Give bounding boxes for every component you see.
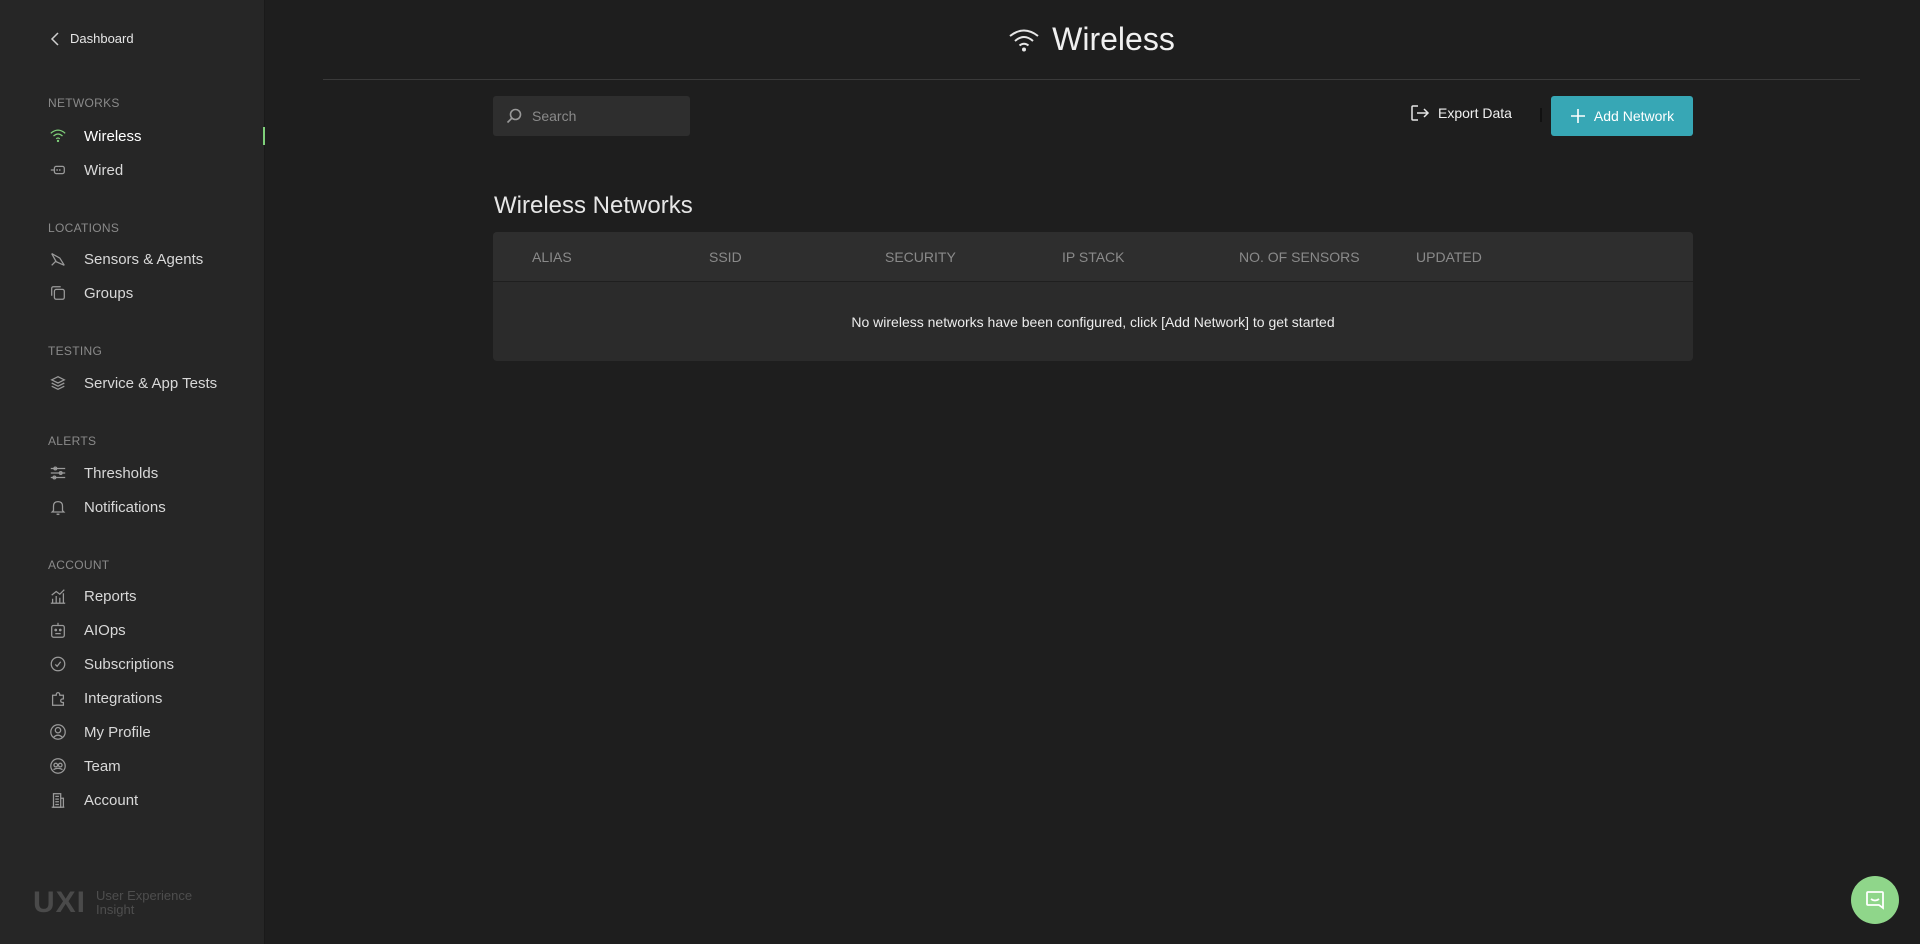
brand-tagline-line1: User Experience	[96, 888, 193, 903]
sidebar-item-groups[interactable]: Groups	[48, 279, 265, 307]
sidebar-item-team[interactable]: Team	[48, 752, 265, 780]
sidebar-item-my-profile[interactable]: My Profile	[48, 718, 265, 746]
ethernet-icon	[48, 160, 68, 180]
column-header-ip-stack[interactable]: IP STACK	[1062, 249, 1125, 265]
sensor-icon	[48, 249, 68, 269]
sidebar-item-wired[interactable]: Wired	[48, 156, 265, 184]
column-header-security[interactable]: SECURITY	[885, 249, 956, 265]
user-circle-icon	[48, 722, 68, 742]
puzzle-icon	[48, 688, 68, 708]
sidebar-item-subscriptions[interactable]: Subscriptions	[48, 650, 265, 678]
sidebar-item-label: Subscriptions	[84, 655, 175, 673]
sidebar-item-integrations[interactable]: Integrations	[48, 684, 265, 712]
empty-state-message: No wireless networks have been configure…	[851, 314, 1335, 330]
sidebar-item-service-app-tests[interactable]: Service & App Tests	[48, 369, 265, 397]
sidebar-item-label: Notifications	[84, 498, 166, 516]
layers-icon	[48, 373, 68, 393]
column-header-alias[interactable]: ALIAS	[532, 249, 572, 265]
bell-icon	[48, 497, 68, 517]
sidebar-item-label: Service & App Tests	[84, 374, 218, 392]
sidebar-item-notifications[interactable]: Notifications	[48, 493, 265, 521]
active-indicator	[263, 127, 265, 145]
wifi-icon	[48, 126, 68, 146]
add-network-button[interactable]: Add Network	[1551, 96, 1693, 136]
toolbar-divider	[1540, 108, 1542, 122]
add-network-label: Add Network	[1593, 108, 1675, 124]
section-label-account: ACCOUNT	[48, 558, 110, 572]
sidebar-item-account[interactable]: Account	[48, 786, 265, 814]
brand-tagline: User Experience Insight	[96, 889, 192, 917]
brand-logo: UXI User Experience Insight	[33, 886, 192, 920]
sidebar-item-label: Wired	[84, 161, 124, 179]
sliders-icon	[48, 463, 68, 483]
robot-icon	[48, 620, 68, 640]
chart-icon	[48, 586, 68, 606]
sidebar-item-aiops[interactable]: AIOps	[48, 616, 265, 644]
section-title: Wireless Networks	[494, 192, 693, 219]
section-label-locations: LOCATIONS	[48, 221, 120, 235]
brand-tagline-line2: Insight	[96, 902, 135, 917]
sidebar-item-label: Wireless	[84, 127, 142, 145]
export-data-label: Export Data	[1438, 105, 1512, 121]
sidebar-item-thresholds[interactable]: Thresholds	[48, 459, 265, 487]
export-data-button[interactable]: Export Data	[1410, 104, 1512, 122]
section-label-networks: NETWORKS	[48, 96, 120, 110]
sidebar-item-label: Groups	[84, 284, 134, 302]
sidebar-item-label: Thresholds	[84, 464, 159, 482]
wifi-icon	[1009, 29, 1039, 51]
sidebar-item-label: Team	[84, 757, 121, 775]
section-label-alerts: ALERTS	[48, 434, 97, 448]
search-icon	[506, 108, 522, 124]
export-icon	[1411, 105, 1430, 121]
sidebar-item-sensors-agents[interactable]: Sensors & Agents	[48, 245, 265, 273]
sidebar-item-reports[interactable]: Reports	[48, 582, 265, 610]
sidebar-item-wireless[interactable]: Wireless	[48, 122, 265, 150]
back-link-label: Dashboard	[70, 31, 134, 46]
building-icon	[48, 790, 68, 810]
search-box[interactable]	[493, 96, 690, 136]
sidebar-item-label: Account	[84, 791, 139, 809]
sidebar-item-label: Reports	[84, 587, 137, 605]
page-header: Wireless	[323, 0, 1860, 80]
section-label-testing: TESTING	[48, 344, 103, 358]
plus-icon	[1570, 109, 1585, 123]
column-header-updated[interactable]: UPDATED	[1416, 249, 1482, 265]
sidebar-item-label: AIOps	[84, 621, 126, 639]
networks-table: ALIAS SSID SECURITY IP STACK NO. OF SENS…	[493, 232, 1693, 361]
back-to-dashboard-link[interactable]: Dashboard	[50, 31, 134, 46]
chat-icon	[1866, 891, 1884, 910]
column-header-no-of-sensors[interactable]: NO. OF SENSORS	[1239, 249, 1360, 265]
column-header-ssid[interactable]: SSID	[709, 249, 742, 265]
sidebar-item-label: Integrations	[84, 689, 163, 707]
page-title: Wireless	[1052, 21, 1175, 57]
search-input[interactable]	[532, 108, 672, 124]
chat-launcher-button[interactable]	[1851, 876, 1899, 924]
sidebar-item-label: My Profile	[84, 723, 151, 741]
sidebar-item-label: Sensors & Agents	[84, 250, 204, 268]
check-circle-icon	[48, 654, 68, 674]
chevron-left-icon	[50, 31, 59, 46]
groups-icon	[48, 283, 68, 303]
sidebar: Dashboard NETWORKS Wireless Wired LOCATI…	[0, 0, 265, 944]
table-header: ALIAS SSID SECURITY IP STACK NO. OF SENS…	[493, 232, 1693, 282]
team-icon	[48, 756, 68, 776]
brand-logo-mark: UXI	[33, 886, 87, 919]
